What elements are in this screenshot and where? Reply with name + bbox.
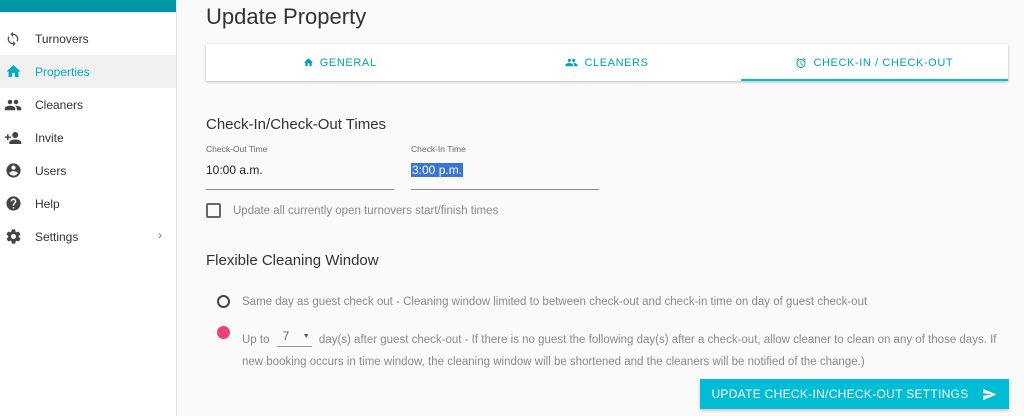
update-open-turnovers-label: Update all currently open turnovers star… [233, 204, 499, 217]
chevron-right-icon: › [158, 228, 162, 242]
page-title: Update Property [206, 4, 367, 29]
same-day-radio[interactable] [217, 295, 230, 308]
main-content: Update Property GENERAL CLEANERS CHECK-I… [177, 0, 1024, 416]
check-out-time-value: 10:00 a.m. [206, 163, 263, 177]
up-to-prefix: Up to [242, 334, 270, 346]
update-settings-label: UPDATE CHECK-IN/CHECK-OUT SETTINGS [711, 387, 969, 401]
tab-check-in-check-out[interactable]: CHECK-IN / CHECK-OUT [740, 44, 1009, 81]
update-open-turnovers-checkbox[interactable] [206, 203, 221, 218]
dropdown-arrow-icon: ▼ [302, 333, 310, 340]
home-icon [4, 63, 22, 81]
sidebar-item-cleaners[interactable]: Cleaners [0, 88, 176, 121]
help-icon [4, 195, 22, 213]
check-in-time-value: 3:00 p.m. [411, 163, 464, 177]
sidebar-item-properties[interactable]: Properties [0, 55, 176, 88]
up-to-line2: new booking occurs in time window, the c… [242, 356, 865, 368]
sidebar-item-settings[interactable]: Settings › [0, 220, 176, 253]
gear-icon [4, 228, 22, 246]
account-circle-icon [4, 162, 22, 180]
sidebar-item-label: Cleaners [35, 97, 84, 112]
days-select-value: 7 [282, 331, 290, 343]
check-in-time-field[interactable]: Check-In Time 3:00 p.m. [411, 144, 599, 190]
tab-label: CLEANERS [584, 56, 649, 69]
cleaning-window-section-title: Flexible Cleaning Window [206, 252, 379, 269]
days-select[interactable]: 7 ▼ [276, 329, 312, 347]
alarm-clock-icon [796, 57, 807, 68]
tab-cleaners[interactable]: CLEANERS [473, 44, 740, 81]
up-to-days-option: Up to 7 ▼ day(s) after guest check-out -… [242, 329, 1012, 373]
sidebar-item-turnovers[interactable]: Turnovers [0, 22, 176, 55]
people-icon [4, 96, 22, 114]
sidebar-nav: Turnovers Properties Cleaners Invite Use… [0, 22, 176, 253]
tab-label: GENERAL [319, 56, 377, 69]
sidebar-item-label: Properties [35, 64, 90, 79]
sidebar-item-label: Settings [35, 229, 79, 244]
sidebar-item-invite[interactable]: Invite [0, 121, 176, 154]
person-add-icon [4, 129, 22, 147]
sync-icon [4, 30, 22, 48]
send-icon [982, 388, 996, 400]
times-section-title: Check-In/Check-Out Times [206, 116, 387, 133]
up-to-suffix: day(s) after guest check-out - If there … [318, 334, 997, 346]
sidebar-item-label: Turnovers [35, 31, 89, 46]
same-day-option-label: Same day as guest check out - Cleaning w… [242, 296, 868, 308]
sidebar-item-label: Users [35, 163, 67, 178]
sidebar-item-label: Help [35, 196, 60, 211]
sidebar-item-label: Invite [35, 130, 64, 145]
update-settings-button[interactable]: UPDATE CHECK-IN/CHECK-OUT SETTINGS [700, 379, 1009, 409]
tab-bar: GENERAL CLEANERS CHECK-IN / CHECK-OUT [206, 44, 1009, 81]
tab-general[interactable]: GENERAL [206, 44, 473, 81]
sidebar-item-help[interactable]: Help [0, 187, 176, 220]
tab-label: CHECK-IN / CHECK-OUT [813, 56, 954, 69]
sidebar-header-bar [0, 0, 176, 12]
check-out-time-field[interactable]: Check-Out Time 10:00 a.m. [206, 144, 394, 190]
sidebar: Turnovers Properties Cleaners Invite Use… [0, 0, 177, 416]
check-in-time-label: Check-In Time [411, 144, 466, 154]
home-icon [303, 58, 313, 67]
people-icon [565, 58, 578, 67]
update-open-turnovers-row[interactable]: Update all currently open turnovers star… [206, 203, 498, 218]
check-out-time-label: Check-Out Time [206, 144, 268, 154]
up-to-days-radio[interactable] [217, 326, 230, 339]
sidebar-item-users[interactable]: Users [0, 154, 176, 187]
